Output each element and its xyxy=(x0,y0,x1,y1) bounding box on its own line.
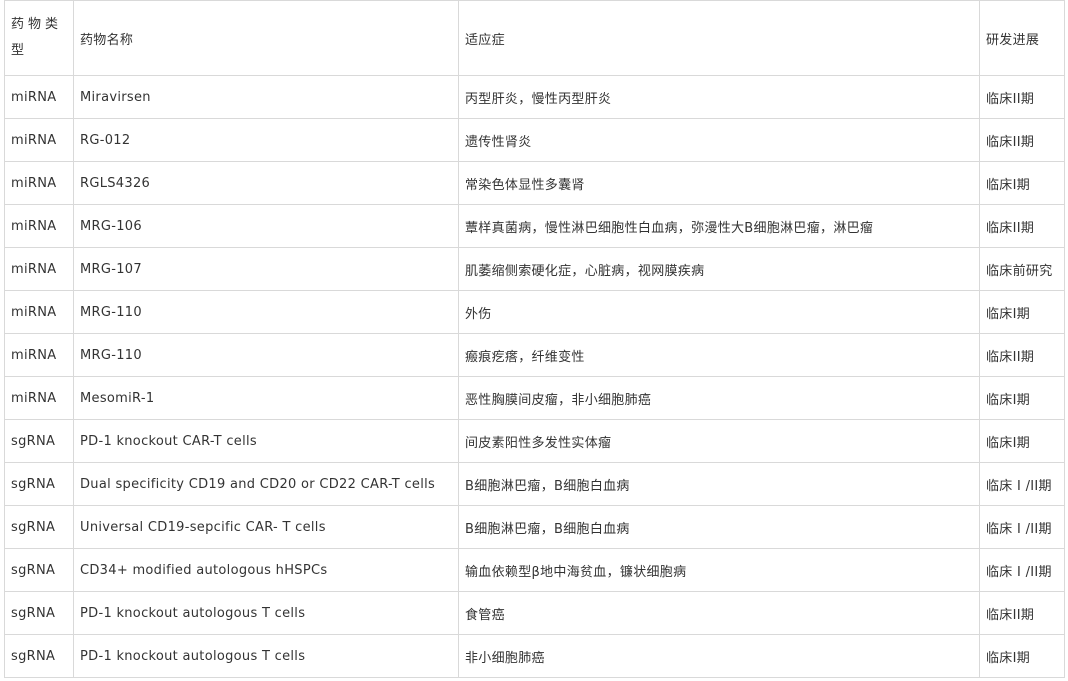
cell-progress: 临床I期 xyxy=(979,419,1065,463)
cell-drug-type: miRNA xyxy=(4,118,74,162)
cell-drug-name: PD-1 knockout autologous T cells xyxy=(73,634,459,678)
cell-drug-type: miRNA xyxy=(4,247,74,291)
cell-indication: 恶性胸膜间皮瘤，非小细胞肺癌 xyxy=(458,376,980,420)
cell-drug-type: sgRNA xyxy=(4,462,74,506)
cell-progress: 临床前研究 xyxy=(979,247,1065,291)
cell-drug-type: miRNA xyxy=(4,376,74,420)
cell-progress: 临床 I /II期 xyxy=(979,462,1065,506)
table-row: miRNA MRG-107 肌萎缩侧索硬化症，心脏病，视网膜疾病 临床前研究 xyxy=(4,247,1065,291)
cell-progress: 临床 I /II期 xyxy=(979,505,1065,549)
cell-progress: 临床II期 xyxy=(979,591,1065,635)
cell-drug-name: MRG-110 xyxy=(73,333,459,377)
drug-table: 药物类型 药物名称 适应症 研发进展 miRNA Miravirsen 丙型肝炎，慢… xyxy=(4,0,1065,678)
cell-progress: 临床I期 xyxy=(979,290,1065,334)
table-row: sgRNA Universal CD19-sepcific CAR- T cell… xyxy=(4,505,1065,549)
cell-indication: 遗传性肾炎 xyxy=(458,118,980,162)
table-row: sgRNA PD-1 knockout CAR-T cells 间皮素阳性多发性实体… xyxy=(4,419,1065,463)
cell-drug-type: sgRNA xyxy=(4,505,74,549)
cell-progress: 临床I期 xyxy=(979,376,1065,420)
table-row: sgRNA PD-1 knockout autologous T cells 非小细… xyxy=(4,634,1065,678)
cell-progress: 临床 I /II期 xyxy=(979,548,1065,592)
header-drug-type: 药物类型 xyxy=(4,0,74,76)
cell-progress: 临床II期 xyxy=(979,204,1065,248)
cell-drug-name: MRG-110 xyxy=(73,290,459,334)
cell-drug-name: Dual specificity CD19 and CD20 or CD22 C… xyxy=(73,462,459,506)
table-row: miRNA Miravirsen 丙型肝炎，慢性丙型肝炎 临床II期 xyxy=(4,75,1065,119)
cell-drug-name: PD-1 knockout CAR-T cells xyxy=(73,419,459,463)
cell-indication: 非小细胞肺癌 xyxy=(458,634,980,678)
cell-progress: 临床II期 xyxy=(979,75,1065,119)
cell-drug-type: miRNA xyxy=(4,333,74,377)
cell-drug-name: Universal CD19-sepcific CAR- T cells xyxy=(73,505,459,549)
cell-drug-name: PD-1 knockout autologous T cells xyxy=(73,591,459,635)
drug-table-container: 药物类型 药物名称 适应症 研发进展 miRNA Miravirsen 丙型肝炎，慢… xyxy=(4,0,1065,678)
cell-indication: 肌萎缩侧索硬化症，心脏病，视网膜疾病 xyxy=(458,247,980,291)
cell-indication: 间皮素阳性多发性实体瘤 xyxy=(458,419,980,463)
cell-indication: 食管癌 xyxy=(458,591,980,635)
cell-indication: B细胞淋巴瘤，B细胞白血病 xyxy=(458,462,980,506)
header-indication: 适应症 xyxy=(458,0,980,76)
table-row: miRNA RGLS4326 常染色体显性多囊肾 临床I期 xyxy=(4,161,1065,205)
cell-indication: 瘢痕疙瘩，纤维变性 xyxy=(458,333,980,377)
table-row: miRNA RG-012 遗传性肾炎 临床II期 xyxy=(4,118,1065,162)
table-row: miRNA MesomiR-1 恶性胸膜间皮瘤，非小细胞肺癌 临床I期 xyxy=(4,376,1065,420)
cell-drug-name: CD34+ modified autologous hHSPCs xyxy=(73,548,459,592)
cell-indication: 输血依赖型β地中海贫血，镰状细胞病 xyxy=(458,548,980,592)
table-row: sgRNA CD34+ modified autologous hHSPCs 输血依… xyxy=(4,548,1065,592)
cell-drug-name: Miravirsen xyxy=(73,75,459,119)
cell-indication: 常染色体显性多囊肾 xyxy=(458,161,980,205)
cell-drug-name: RGLS4326 xyxy=(73,161,459,205)
cell-drug-name: RG-012 xyxy=(73,118,459,162)
table-row: miRNA MRG-106 蕈样真菌病，慢性淋巴细胞性白血病，弥漫性大B细胞淋巴瘤，… xyxy=(4,204,1065,248)
cell-drug-type: sgRNA xyxy=(4,634,74,678)
cell-drug-type: miRNA xyxy=(4,290,74,334)
cell-indication: 外伤 xyxy=(458,290,980,334)
header-drug-name: 药物名称 xyxy=(73,0,459,76)
cell-drug-type: sgRNA xyxy=(4,548,74,592)
cell-progress: 临床I期 xyxy=(979,634,1065,678)
cell-indication: 蕈样真菌病，慢性淋巴细胞性白血病，弥漫性大B细胞淋巴瘤，淋巴瘤 xyxy=(458,204,980,248)
table-body: miRNA Miravirsen 丙型肝炎，慢性丙型肝炎 临床II期 miRNA RG-0… xyxy=(4,75,1065,678)
cell-indication: B细胞淋巴瘤，B细胞白血病 xyxy=(458,505,980,549)
cell-indication: 丙型肝炎，慢性丙型肝炎 xyxy=(458,75,980,119)
header-progress: 研发进展 xyxy=(979,0,1065,76)
cell-drug-type: sgRNA xyxy=(4,419,74,463)
cell-progress: 临床II期 xyxy=(979,333,1065,377)
cell-drug-type: sgRNA xyxy=(4,591,74,635)
table-row: miRNA MRG-110 瘢痕疙瘩，纤维变性 临床II期 xyxy=(4,333,1065,377)
table-row: sgRNA PD-1 knockout autologous T cells 食管癌… xyxy=(4,591,1065,635)
table-row: sgRNA Dual specificity CD19 and CD20 or C… xyxy=(4,462,1065,506)
cell-drug-type: miRNA xyxy=(4,161,74,205)
cell-drug-name: MRG-107 xyxy=(73,247,459,291)
cell-progress: 临床II期 xyxy=(979,118,1065,162)
cell-drug-name: MRG-106 xyxy=(73,204,459,248)
table-row: miRNA MRG-110 外伤 临床I期 xyxy=(4,290,1065,334)
cell-drug-name: MesomiR-1 xyxy=(73,376,459,420)
cell-progress: 临床I期 xyxy=(979,161,1065,205)
cell-drug-type: miRNA xyxy=(4,75,74,119)
table-header-row: 药物类型 药物名称 适应症 研发进展 xyxy=(4,0,1065,76)
cell-drug-type: miRNA xyxy=(4,204,74,248)
